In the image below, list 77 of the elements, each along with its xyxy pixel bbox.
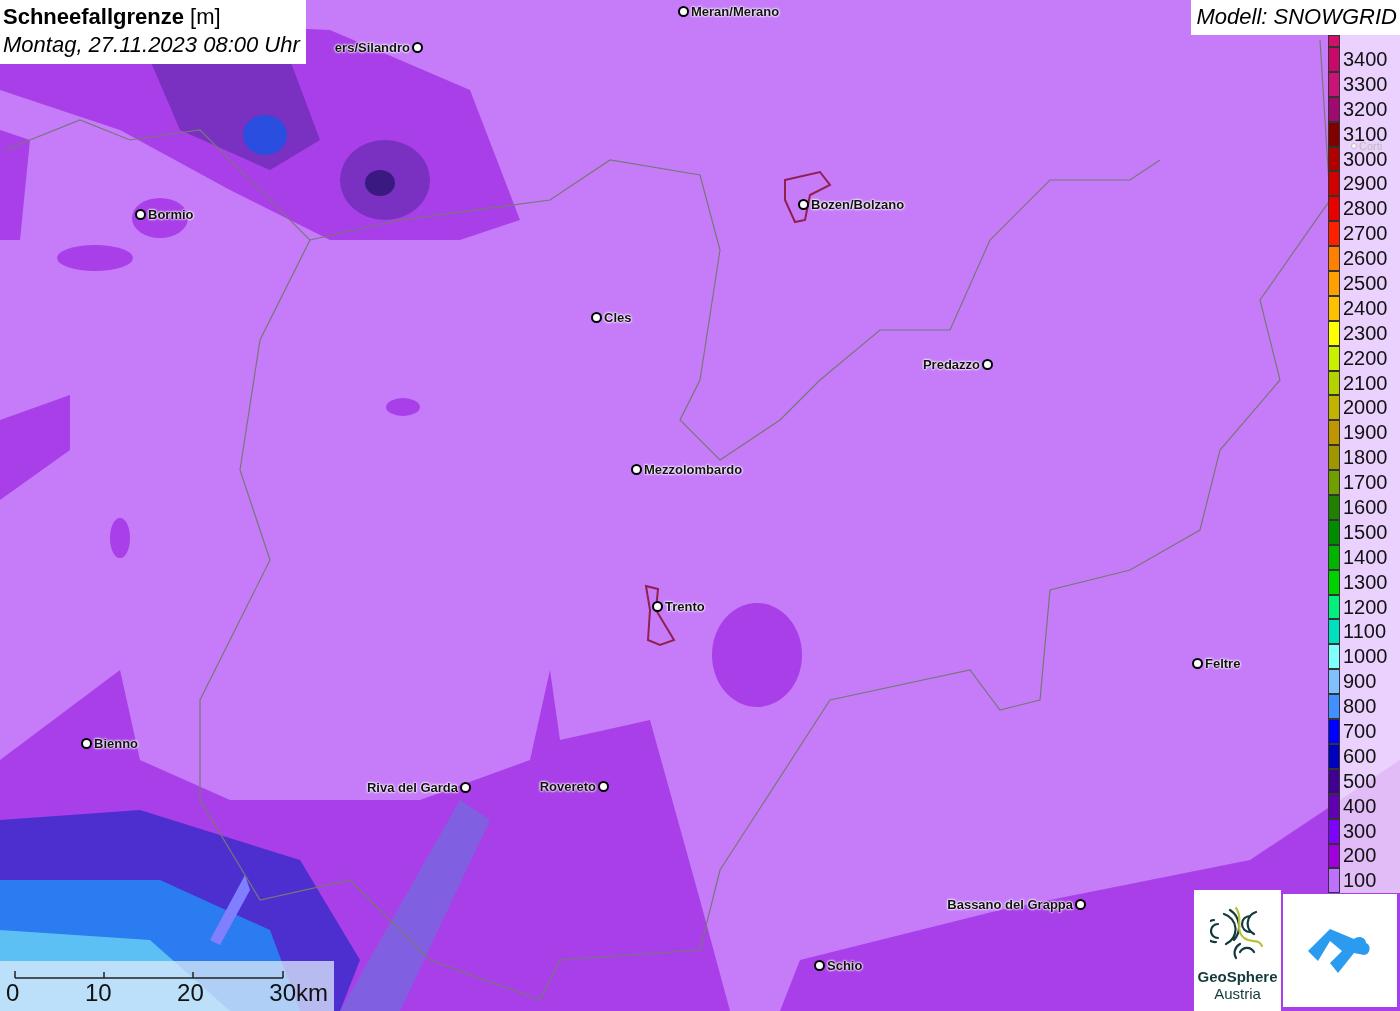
legend-label: 300 [1343,823,1377,839]
city-label: Bormio [148,207,194,222]
legend-label: 800 [1343,699,1377,715]
city-label: Mezzolombardo [644,462,743,477]
city-marker [598,781,609,792]
legend-label: 2500 [1343,275,1388,291]
roof-cloud-icon [1308,926,1372,975]
city-label: Corti [1359,142,1383,150]
legend-label: 3000 [1343,151,1388,167]
city-label: Meran/Merano [691,4,780,19]
legend-label: 2100 [1343,375,1388,391]
city-marker [135,209,146,220]
legend-label: 400 [1343,798,1377,814]
legend-label: 2700 [1343,226,1388,242]
scale-bar-icon [14,969,284,979]
city-marker [81,738,92,749]
city-marker [412,42,423,53]
legend-label: 3100 [1343,126,1388,142]
legend-label: 1100 [1343,624,1386,640]
logo-name: GeoSphere [1197,968,1278,985]
city-marker [982,359,993,370]
contour-lines-icon [1209,904,1266,960]
legend-label: 100 [1343,873,1377,889]
city-label: Bienno [94,736,139,751]
legend-label: 200 [1343,848,1377,864]
legend-label: 3200 [1343,101,1388,117]
legend-label: 1000 [1343,649,1388,665]
city-label: Bozen/Bolzano [811,197,905,212]
legend-label: 2200 [1343,350,1388,366]
logo-country: Austria [1214,985,1261,1003]
city-label: Bassano del Grappa [947,897,1073,912]
city-marker [591,312,602,323]
city-marker [1192,658,1203,669]
legend-label: 700 [1343,724,1377,739]
city-label: ers/Silandro [334,40,410,55]
map-date: Montag, 27.11.2023 08:00 Uhr [3,31,300,59]
legend-label: 1300 [1343,574,1388,590]
legend-label: 2600 [1343,251,1388,267]
city-marker [814,960,825,971]
legend-swatch [1328,35,1340,47]
city-marker [460,782,471,793]
legend-label: 2800 [1343,201,1388,217]
legend-label: 2300 [1343,325,1388,341]
city-label: Riva del Garda [366,780,458,795]
legend-label: 1500 [1343,524,1388,540]
legend-label: 1600 [1343,499,1388,515]
legend-label: 1700 [1343,475,1388,491]
city-label: Predazzo [922,357,980,372]
city-label: Feltre [1205,656,1241,671]
legend-label: 900 [1343,674,1377,690]
legend-label: 3400 [1343,51,1388,67]
city-marker [798,199,809,210]
legend-label: 2400 [1343,300,1388,316]
scale-label: 20 [177,979,204,1007]
legend-label: 600 [1343,748,1377,764]
legend-label: 3300 [1343,76,1388,92]
legend-label: 2900 [1343,176,1388,192]
legend-label: 500 [1343,773,1377,789]
city-marker [1075,899,1086,910]
legend-label: 1400 [1343,549,1388,565]
city-label: Trento [665,599,705,614]
city-label: Cles [604,310,632,325]
scale-label: 0 [6,979,20,1007]
city-label: Schio [827,958,863,973]
legend-label: 1200 [1343,599,1388,615]
city-label: Rovereto [539,779,596,794]
scale-label: 10 [84,979,112,1007]
city-marker [631,464,642,475]
city-marker [652,601,663,612]
city-marker [678,6,689,17]
map-title: Schneefallgrenze [m] [3,3,222,31]
scale-label: 30km [269,979,328,1007]
legend-label: 1800 [1343,450,1388,466]
model-label: Modell: SNOWGRID [1190,0,1400,35]
legend-label: 2000 [1343,400,1388,416]
city-marker [1351,143,1357,149]
legend-label: 1900 [1343,425,1388,441]
